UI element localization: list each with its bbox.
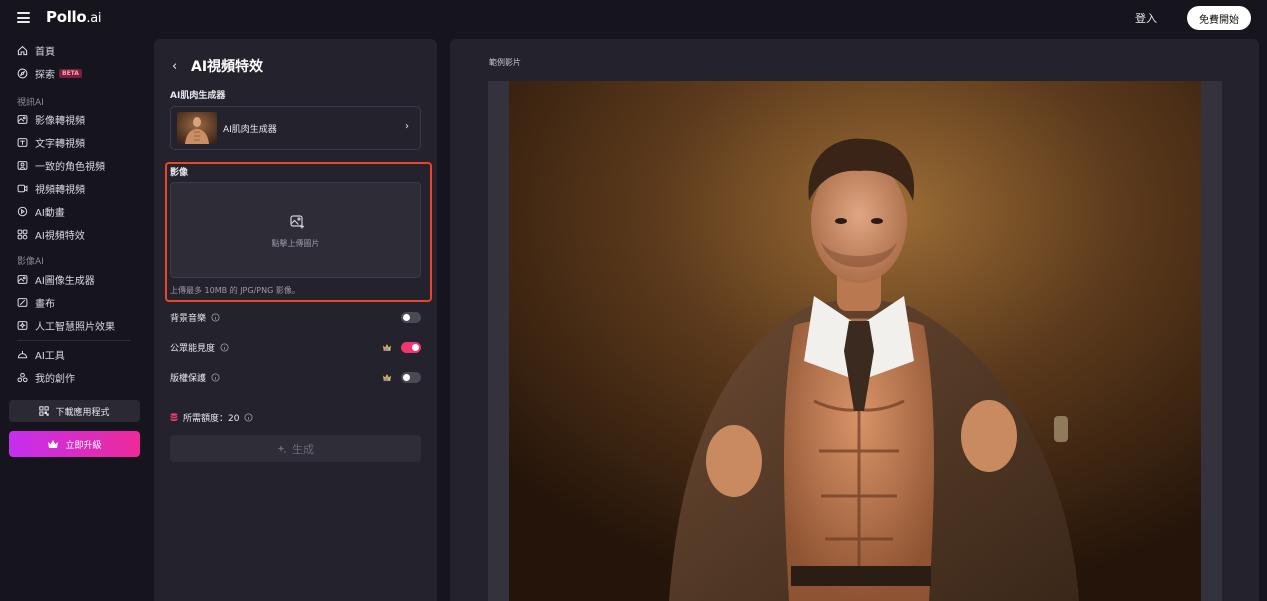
public-visibility-toggle[interactable] xyxy=(401,342,421,353)
bg-music-toggle[interactable] xyxy=(401,312,421,323)
info-icon[interactable] xyxy=(220,343,229,352)
login-link[interactable]: 登入 xyxy=(1135,10,1157,26)
info-icon[interactable] xyxy=(211,373,220,382)
sidebar-item-text-to-video[interactable]: 文字轉視頻 xyxy=(17,134,85,150)
sidebar-item-label: 視頻轉視頻 xyxy=(35,184,85,196)
effect-selector[interactable]: AI肌肉生成器 › xyxy=(170,106,421,150)
sidebar-item-video-to-video[interactable]: 視頻轉視頻 xyxy=(17,180,85,196)
page-title: AI視頻特效 xyxy=(191,59,264,75)
info-icon[interactable] xyxy=(244,413,253,422)
top-bar: Pollo.ai 登入 免費開始 xyxy=(0,0,1267,36)
sidebar-item-label: AI圖像生成器 xyxy=(35,275,95,287)
sidebar-item-explore[interactable]: 探索 BETA xyxy=(17,65,82,81)
sidebar-item-ai-image-generator[interactable]: AI圖像生成器 xyxy=(17,271,95,287)
compass-icon xyxy=(17,68,28,78)
preview-panel: 範例影片 xyxy=(450,39,1259,601)
qr-code-icon xyxy=(39,406,50,416)
canvas-icon xyxy=(17,297,28,307)
upload-prompt-text: 點擊上傳圖片 xyxy=(271,239,320,248)
sidebar-item-ai-tools[interactable]: AI工具 xyxy=(17,346,65,362)
character-video-icon xyxy=(17,160,28,170)
image-generator-icon xyxy=(17,274,28,284)
copyright-toggle[interactable] xyxy=(401,372,421,383)
creations-icon xyxy=(17,372,28,382)
sample-video-frame xyxy=(509,81,1201,601)
sample-video-player[interactable] xyxy=(488,81,1222,601)
beta-badge: BETA xyxy=(59,68,82,78)
animation-icon xyxy=(17,206,28,216)
sidebar-item-label: 影像轉視頻 xyxy=(35,115,85,127)
photo-effects-icon xyxy=(17,320,28,330)
copyright-label: 版權保護 xyxy=(170,371,220,384)
sidebar-item-image-to-video[interactable]: 影像轉視頻 xyxy=(17,111,85,127)
coin-stack-icon xyxy=(170,413,178,422)
upgrade-button[interactable]: 立即升級 xyxy=(9,431,140,457)
image-video-icon xyxy=(17,114,28,124)
sidebar-item-label: AI視頻特效 xyxy=(35,230,85,242)
bg-music-text: 背景音樂 xyxy=(170,314,207,324)
text-video-icon xyxy=(17,137,28,147)
effects-icon xyxy=(17,229,28,239)
premium-crown-icon xyxy=(383,344,391,351)
upgrade-label: 立即升級 xyxy=(65,440,102,451)
generate-button[interactable]: 生成 xyxy=(170,435,421,462)
home-icon xyxy=(17,45,28,55)
sidebar-item-ai-video-effects[interactable]: AI視頻特效 xyxy=(17,226,85,242)
sidebar-item-my-creations[interactable]: 我的創作 xyxy=(17,369,75,385)
public-visibility-text: 公眾能見度 xyxy=(170,344,216,354)
sidebar-item-label: AI工具 xyxy=(35,350,65,362)
sidebar-item-label: 人工智慧照片效果 xyxy=(35,321,115,333)
logo-main: Pollo xyxy=(46,8,87,26)
video-section-label: 視訊AI xyxy=(17,98,44,108)
image-upload-icon xyxy=(290,215,304,229)
sidebar-item-ai-animation[interactable]: AI動畫 xyxy=(17,203,65,219)
sidebar-item-label: 探索 xyxy=(35,69,55,81)
sparkle-icon xyxy=(277,444,287,453)
sidebar-item-home[interactable]: 首頁 xyxy=(17,42,55,58)
chevron-right-icon: › xyxy=(405,121,409,132)
logo[interactable]: Pollo.ai xyxy=(46,8,101,26)
back-chevron-icon[interactable]: ‹ xyxy=(172,59,177,74)
sidebar-item-label: 文字轉視頻 xyxy=(35,138,85,150)
effect-form-panel: ‹ AI視頻特效 AI肌肉生成器 AI肌肉生成器 › 影像 點擊上傳圖片 上傳最… xyxy=(154,39,437,601)
download-app-button[interactable]: 下載應用程式 xyxy=(9,400,140,422)
effect-thumbnail xyxy=(177,112,217,144)
logo-sub: .ai xyxy=(86,11,102,26)
video-icon xyxy=(17,184,28,192)
free-start-button[interactable]: 免費開始 xyxy=(1187,6,1251,30)
download-app-label: 下載應用程式 xyxy=(55,407,110,418)
sidebar-item-canvas[interactable]: 畫布 xyxy=(17,294,55,310)
menu-icon[interactable] xyxy=(17,12,30,23)
tools-icon xyxy=(17,350,28,358)
sidebar-item-label: 首頁 xyxy=(35,46,55,58)
effect-name: AI肌肉生成器 xyxy=(223,125,277,135)
image-upload-area[interactable]: 點擊上傳圖片 xyxy=(170,182,421,278)
sidebar-item-ai-photo-effects[interactable]: 人工智慧照片效果 xyxy=(17,317,115,333)
sidebar-item-label: AI動畫 xyxy=(35,207,65,219)
sidebar-item-consistent-character[interactable]: 一致的角色視頻 xyxy=(17,157,105,173)
copyright-text: 版權保護 xyxy=(170,374,207,384)
public-visibility-label: 公眾能見度 xyxy=(170,341,229,354)
generate-label: 生成 xyxy=(292,442,314,456)
upload-hint-text: 上傳最多 10MB 的 JPG/PNG 影像。 xyxy=(170,286,300,295)
premium-crown-icon xyxy=(383,374,391,381)
bg-music-label: 背景音樂 xyxy=(170,311,220,324)
sidebar-divider xyxy=(17,340,131,341)
credits-text: 所需額度：20 xyxy=(183,414,240,424)
sidebar-item-label: 一致的角色視頻 xyxy=(35,161,105,173)
image-field-label: 影像 xyxy=(170,168,189,178)
sample-video-label: 範例影片 xyxy=(489,58,521,67)
crown-icon xyxy=(48,440,59,448)
sidebar-item-label: 我的創作 xyxy=(35,373,75,385)
info-icon[interactable] xyxy=(211,313,220,322)
credits-required: 所需額度：20 xyxy=(170,411,253,424)
image-section-label: 影像AI xyxy=(17,257,44,267)
sidebar-item-label: 畫布 xyxy=(35,298,55,310)
effect-field-label: AI肌肉生成器 xyxy=(170,91,226,101)
